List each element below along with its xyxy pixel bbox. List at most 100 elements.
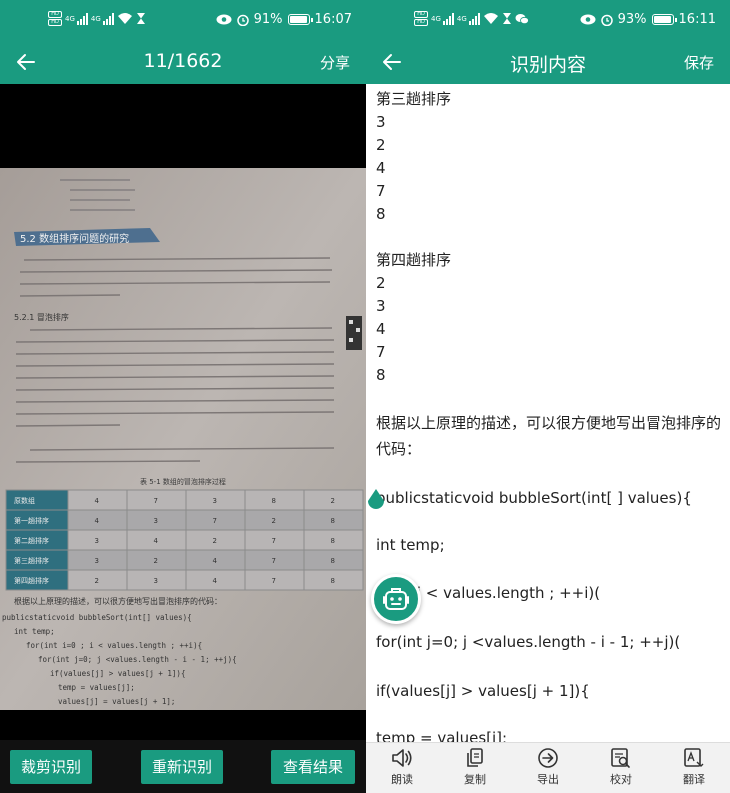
- share-button[interactable]: 分享: [320, 52, 350, 73]
- page-counter: 11/1662: [143, 50, 223, 72]
- table-value: 7: [213, 517, 217, 525]
- code-line: for(int j=0; j <values.length - i - 1; +…: [38, 655, 237, 664]
- proofread-button[interactable]: 校对: [591, 747, 651, 787]
- export-icon: [538, 748, 558, 768]
- alarm-icon: [600, 14, 613, 26]
- recognition-result-screen: HD HD 4G 4G 93% 16:11 识别内容 保存 第三趟排序 3 2 4 7 8 第…: [366, 0, 730, 793]
- view-result-button[interactable]: 查看结果: [271, 750, 355, 784]
- table-value: 2: [213, 537, 217, 545]
- table-value: 4: [213, 577, 218, 585]
- status-bar: HD HD 4G 4G 93% 16:11: [366, 0, 730, 40]
- text-line: 4: [376, 159, 386, 177]
- text-line: 8: [376, 205, 386, 223]
- text-line: 8: [376, 366, 386, 384]
- page-title: 识别内容: [509, 54, 586, 76]
- table-value: 2: [95, 577, 99, 585]
- wifi-icon: [483, 13, 498, 24]
- app-bar: 11/1662 分享: [0, 40, 366, 84]
- text-line: 根据以上原理的描述，可以很方便地写出冒泡排序的代码：: [376, 414, 722, 458]
- table-value: 2: [272, 517, 276, 525]
- text-cursor-handle[interactable]: [366, 488, 386, 514]
- code-line: values[j] = values[j + 1];: [58, 697, 175, 706]
- network-type-label: 4G: [65, 14, 75, 23]
- table-row-label: 第二趟排序: [14, 536, 49, 545]
- battery-icon: [287, 14, 313, 25]
- bottom-toolbar: 朗读 复制 导出 校对 翻译: [366, 742, 730, 793]
- wechat-icon: [515, 13, 529, 24]
- eye-icon: [216, 14, 232, 25]
- table-value: 8: [272, 497, 276, 505]
- table-value: 8: [331, 537, 335, 545]
- table-value: 7: [154, 497, 158, 505]
- hd-icon: HD HD: [48, 11, 62, 26]
- table-value: 2: [154, 557, 158, 565]
- table-value: 4: [213, 557, 218, 565]
- proofread-icon: [611, 748, 630, 768]
- status-bar: HD HD 4G 4G 91% 16:07: [0, 0, 366, 40]
- text-line: i=0 ; i < values.length ; ++i)(: [376, 584, 601, 602]
- recognized-text[interactable]: 第三趟排序 3 2 4 7 8 第四趟排序 2 3 4 7 8 根据以上原理的描述，可以很方便地写出冒泡…: [376, 88, 724, 750]
- text-line: 7: [376, 343, 386, 361]
- text-line: 3: [376, 113, 386, 131]
- table-value: 3: [154, 517, 158, 525]
- text-line: 7: [376, 182, 386, 200]
- signal-icon: [442, 12, 454, 25]
- copy-button[interactable]: 复制: [445, 747, 505, 787]
- battery-percent: 93%: [617, 12, 647, 27]
- table-value: 4: [95, 517, 100, 525]
- code-line: int temp;: [14, 627, 55, 636]
- battery-percent: 91%: [253, 12, 283, 27]
- signal-icon: [102, 12, 114, 25]
- book-page-photo: 5.2 数组排序问题的研究 5.2.1 冒泡排序 表 5-1 数组的冒泡排序过程…: [0, 168, 366, 710]
- hourglass-icon: [136, 13, 145, 24]
- table-row-label: 第三趟排序: [14, 556, 49, 565]
- signal-icon: [76, 12, 88, 25]
- table-value: 2: [331, 497, 335, 505]
- signal-icon: [468, 12, 480, 25]
- table-row-label: 第一趟排序: [14, 516, 49, 525]
- wifi-icon: [117, 13, 132, 24]
- table-value: 3: [213, 497, 217, 505]
- network-type-label: 4G: [456, 14, 467, 23]
- clock: 16:11: [678, 12, 716, 27]
- text-line: for(int j=0; j <values.length - i - 1; +…: [376, 633, 681, 651]
- text-line: if(values[j] > values[j + 1]){: [376, 682, 590, 700]
- text-line: 3: [376, 297, 386, 315]
- save-button[interactable]: 保存: [684, 52, 714, 73]
- table-value: 3: [95, 537, 99, 545]
- re-recognize-button[interactable]: 重新识别: [141, 750, 223, 784]
- translate-button[interactable]: 翻译: [664, 747, 724, 787]
- table-caption: 表 5-1 数组的冒泡排序过程: [140, 477, 226, 486]
- crop-recognize-button[interactable]: 裁剪识别: [10, 750, 92, 784]
- export-button[interactable]: 导出: [518, 747, 578, 787]
- text-line: 2: [376, 274, 386, 292]
- text-line: 第三趟排序: [376, 90, 452, 108]
- network-type-label: 4G: [90, 14, 101, 23]
- hd-icon: HD HD: [414, 11, 428, 26]
- table-value: 3: [95, 557, 99, 565]
- subsection-heading: 5.2.1 冒泡排序: [14, 312, 69, 322]
- table-value: 7: [272, 577, 276, 585]
- text-line: 2: [376, 136, 386, 154]
- table-row-label: 原数组: [14, 496, 35, 505]
- section-heading: 5.2 数组排序问题的研究: [20, 232, 129, 245]
- read-aloud-button[interactable]: 朗读: [372, 747, 432, 787]
- image-viewer-screen: HD HD 4G 4G 91% 16:07 11/1662 分享 5.2 数组排…: [0, 0, 366, 793]
- text-line: 第四趟排序: [376, 251, 452, 269]
- battery-icon: [651, 14, 677, 25]
- table-value: 4: [95, 497, 100, 505]
- floating-assistant-button[interactable]: [371, 574, 421, 624]
- table-value: 4: [154, 537, 159, 545]
- code-line: publicstaticvoid bubbleSort(int[] values…: [2, 613, 192, 622]
- table-value: 3: [154, 577, 158, 585]
- table-value: 8: [331, 557, 335, 565]
- copy-icon: [467, 748, 483, 767]
- table-value: 7: [272, 537, 276, 545]
